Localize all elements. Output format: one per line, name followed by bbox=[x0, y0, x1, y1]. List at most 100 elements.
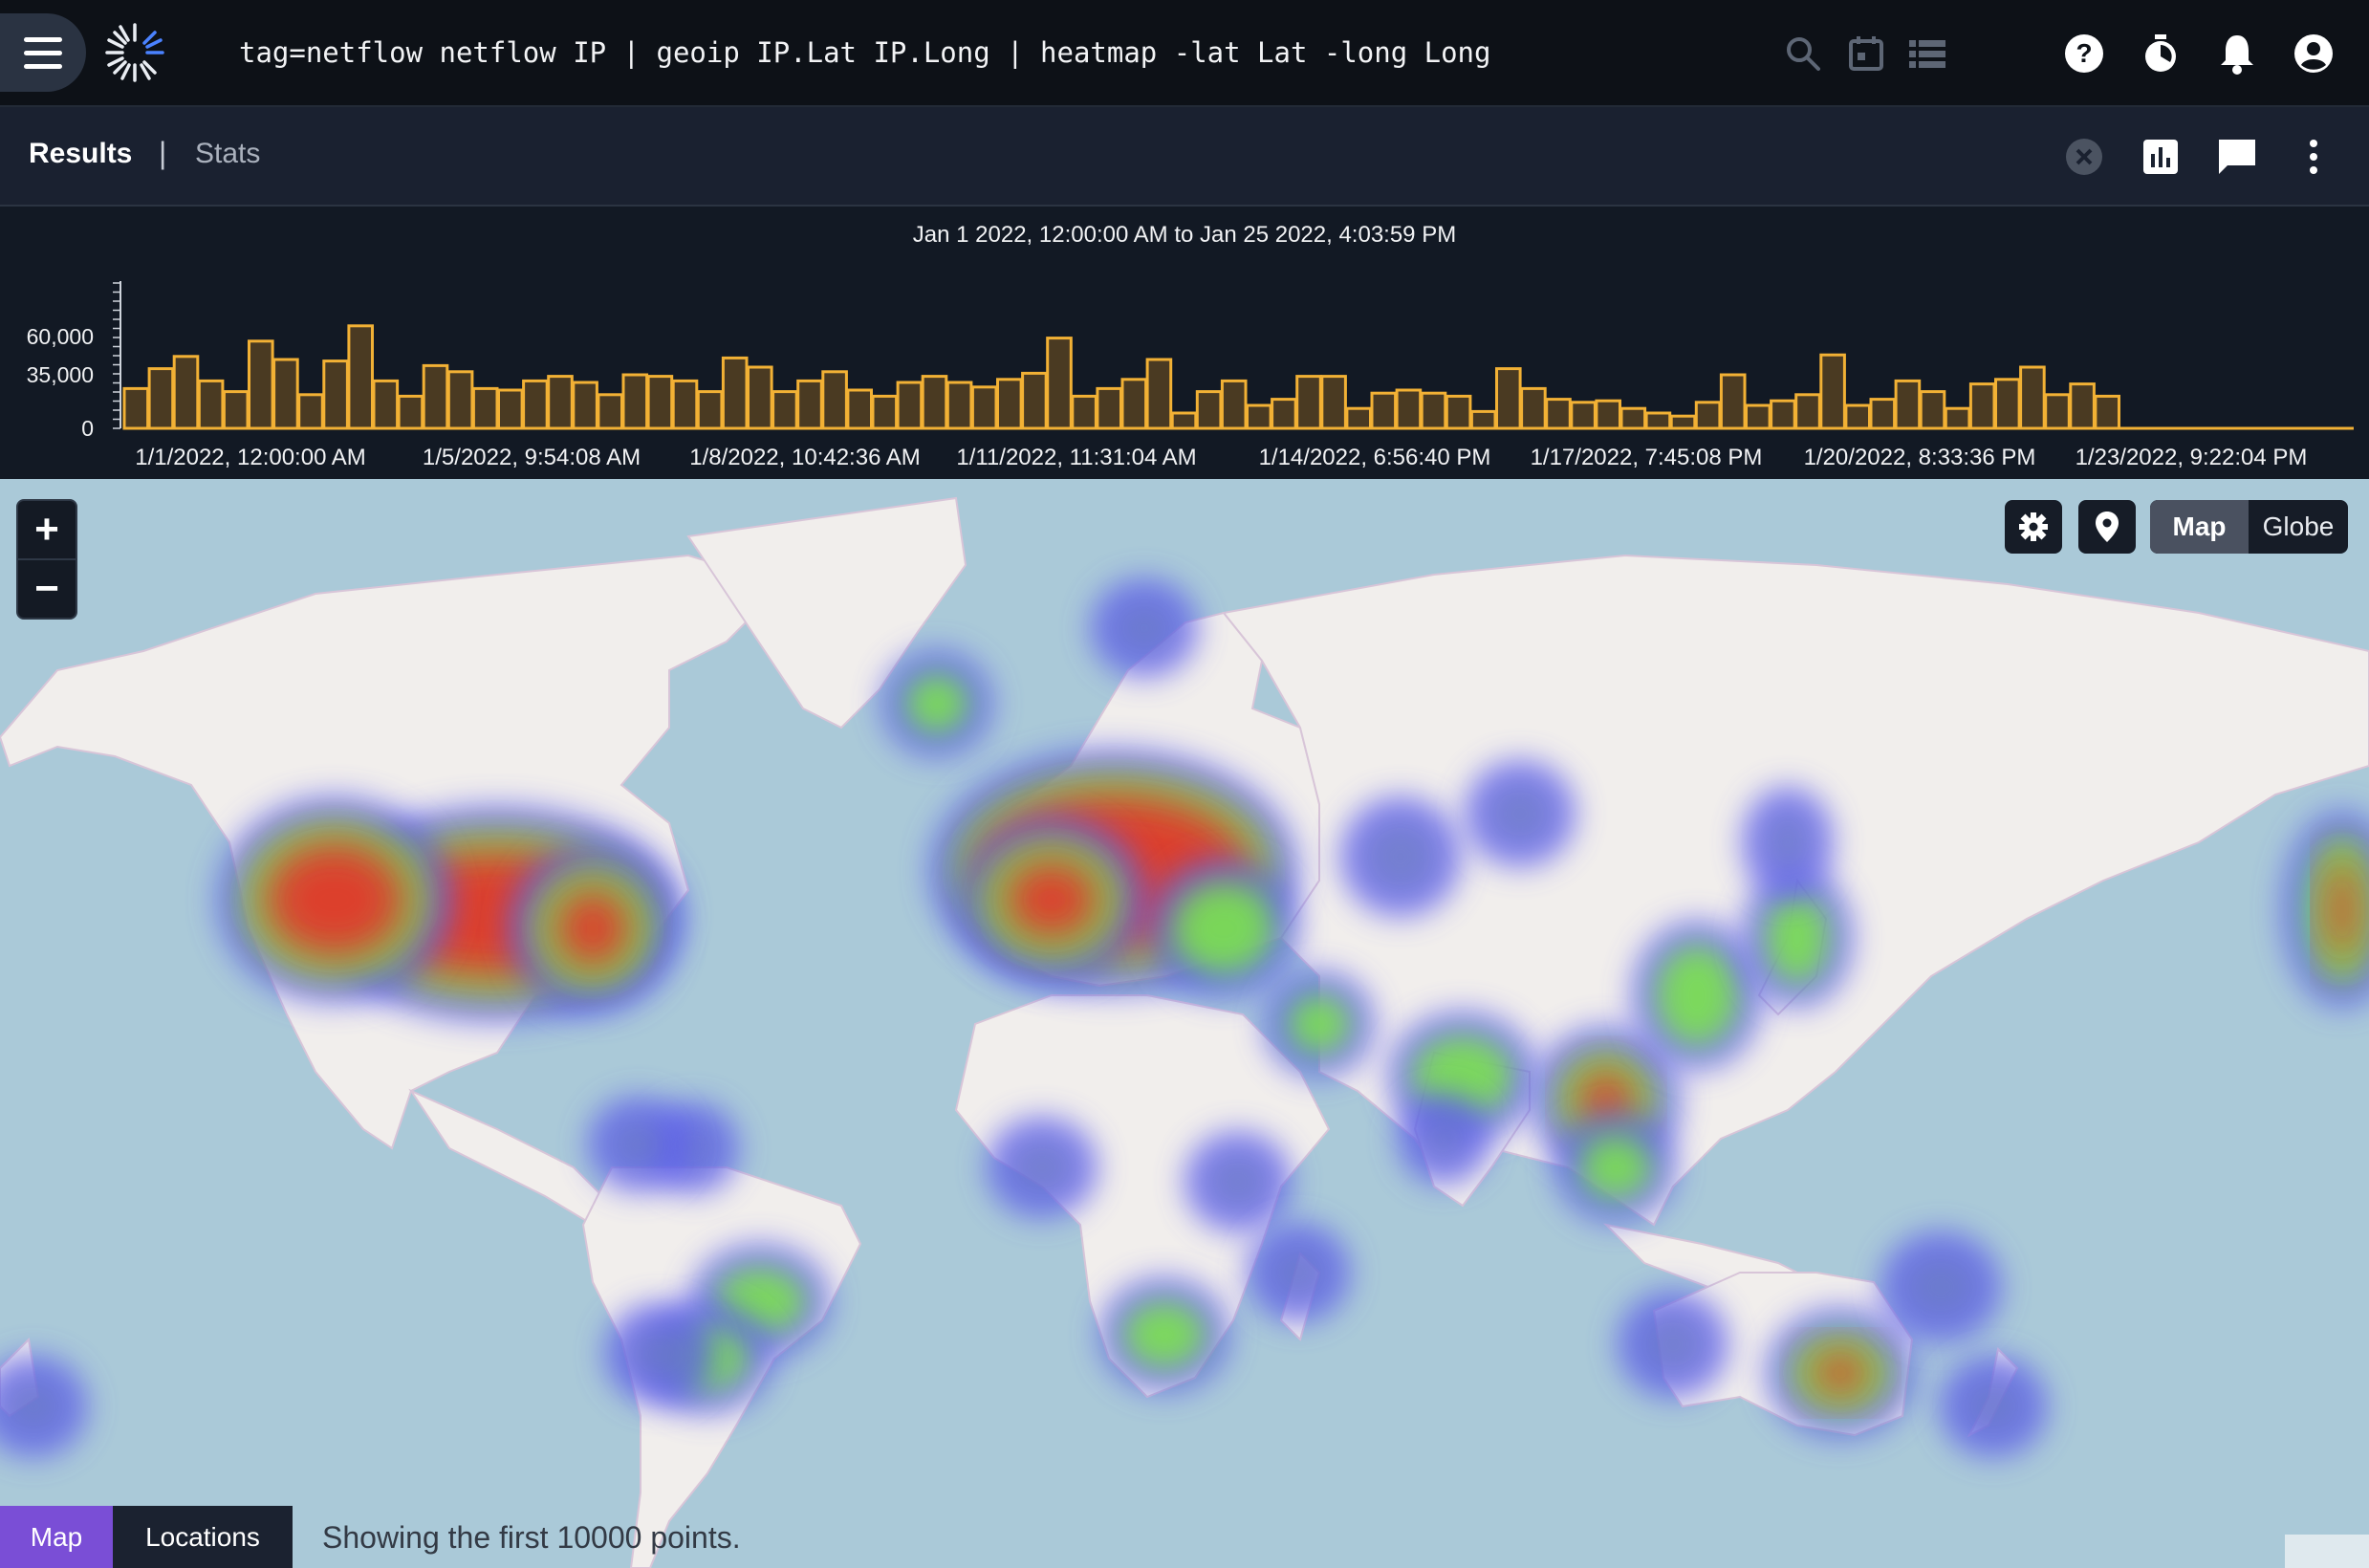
bell-icon[interactable] bbox=[2208, 25, 2266, 82]
timeline-bar[interactable] bbox=[945, 381, 973, 430]
heatmap-map[interactable]: + − Map Globe bbox=[0, 479, 2369, 1568]
tab-results[interactable]: Results bbox=[29, 138, 132, 170]
timeline-bar[interactable] bbox=[796, 379, 823, 430]
timeline-bar[interactable] bbox=[1570, 401, 1597, 430]
timeline-bar[interactable] bbox=[471, 386, 499, 430]
timeline-bar[interactable] bbox=[322, 359, 349, 430]
timeline-bar[interactable] bbox=[1619, 406, 1647, 430]
world-map-canvas[interactable] bbox=[0, 479, 2369, 1568]
map-marker-button[interactable] bbox=[2078, 500, 2136, 554]
view-map-button[interactable]: Map bbox=[2150, 500, 2249, 554]
timeline-bar[interactable] bbox=[1694, 401, 1722, 430]
timeline-bar[interactable] bbox=[970, 385, 998, 430]
timeline-bar[interactable] bbox=[1370, 391, 1398, 430]
calendar-icon[interactable] bbox=[1837, 25, 1895, 82]
timeline-bar[interactable] bbox=[1770, 399, 1796, 430]
timeline-bar[interactable] bbox=[1545, 398, 1572, 430]
timeline-bar[interactable] bbox=[1195, 390, 1223, 430]
account-icon[interactable] bbox=[2285, 25, 2342, 82]
timeline-bar[interactable] bbox=[871, 394, 899, 430]
timeline-bar[interactable] bbox=[1968, 382, 1996, 430]
timeline-bar[interactable] bbox=[1220, 379, 1248, 430]
list-icon[interactable] bbox=[1899, 25, 1956, 82]
timeline-bar[interactable] bbox=[921, 375, 948, 430]
timeline-bar[interactable] bbox=[996, 378, 1023, 430]
timeline-chart[interactable]: Jan 1 2022, 12:00:00 AM to Jan 25 2022, … bbox=[0, 207, 2369, 479]
timeline-bar[interactable] bbox=[197, 379, 225, 430]
timeline-bar[interactable] bbox=[147, 367, 175, 430]
timeline-bar[interactable] bbox=[1046, 337, 1073, 430]
timeline-bar[interactable] bbox=[1345, 406, 1373, 430]
timeline-bar[interactable] bbox=[497, 388, 524, 430]
more-vertical-icon[interactable] bbox=[2285, 128, 2342, 185]
timeline-bar[interactable] bbox=[721, 356, 749, 430]
timeline-bar-chart[interactable]: 60,000 35,000 0 1/1/2022, 12:00:00 AM 1/5/20… bbox=[0, 264, 2369, 479]
timeline-bar[interactable] bbox=[621, 373, 649, 430]
timeline-bar[interactable] bbox=[1944, 406, 1971, 430]
timeline-bar[interactable] bbox=[1644, 411, 1672, 430]
timeline-bar[interactable] bbox=[122, 386, 150, 430]
timeline-bar[interactable] bbox=[422, 363, 449, 430]
zoom-out-button[interactable]: − bbox=[18, 560, 76, 618]
timeline-bar[interactable] bbox=[1919, 390, 1946, 430]
timeline-bar[interactable] bbox=[1745, 403, 1771, 430]
timeline-bar[interactable] bbox=[1420, 391, 1447, 430]
timeline-bar[interactable] bbox=[1469, 409, 1497, 430]
timeline-bar[interactable] bbox=[1445, 394, 1472, 430]
timeline-bar[interactable] bbox=[572, 381, 598, 430]
map-settings-button[interactable] bbox=[2005, 500, 2062, 554]
tab-stats[interactable]: Stats bbox=[195, 138, 260, 170]
timeline-bar[interactable] bbox=[2094, 394, 2120, 430]
timeline-bar[interactable] bbox=[1994, 378, 2021, 430]
timeline-bar[interactable] bbox=[2019, 365, 2046, 430]
timeline-bar[interactable] bbox=[846, 388, 874, 430]
timeline-bar[interactable] bbox=[1495, 367, 1522, 430]
search-icon[interactable] bbox=[1774, 25, 1832, 82]
timeline-bar[interactable] bbox=[272, 358, 299, 430]
help-icon[interactable]: ? bbox=[2055, 25, 2113, 82]
bar-chart-icon[interactable] bbox=[2132, 128, 2189, 185]
timeline-bar[interactable] bbox=[1395, 388, 1423, 430]
timeline-bar[interactable] bbox=[1071, 394, 1098, 430]
timeline-bar[interactable] bbox=[397, 394, 424, 430]
close-circle-icon[interactable] bbox=[2055, 128, 2113, 185]
timeline-bar[interactable] bbox=[1894, 379, 1922, 430]
gravwell-logo[interactable] bbox=[101, 19, 168, 86]
view-globe-button[interactable]: Globe bbox=[2249, 500, 2348, 554]
timeline-bar[interactable] bbox=[172, 355, 200, 430]
timeline-bar[interactable] bbox=[696, 390, 724, 430]
timeline-bar[interactable] bbox=[1295, 375, 1322, 430]
timeline-bar[interactable] bbox=[671, 379, 699, 430]
timeline-bar[interactable] bbox=[1246, 403, 1272, 430]
timeline-bar[interactable] bbox=[248, 339, 274, 430]
timeline-bar[interactable] bbox=[1669, 414, 1697, 430]
timeline-bar[interactable] bbox=[522, 379, 549, 430]
bottom-tab-locations[interactable]: Locations bbox=[113, 1506, 293, 1568]
timeline-bar[interactable] bbox=[896, 381, 924, 430]
timeline-bar[interactable] bbox=[1869, 398, 1897, 430]
timeline-bar[interactable] bbox=[1520, 386, 1547, 430]
timeline-bar[interactable] bbox=[1595, 399, 1622, 430]
timeline-bar[interactable] bbox=[297, 393, 324, 430]
timeline-bar[interactable] bbox=[772, 390, 798, 430]
timeline-bar[interactable] bbox=[1320, 375, 1347, 430]
timeline-bar[interactable] bbox=[646, 375, 674, 430]
timeline-bar[interactable] bbox=[446, 370, 474, 430]
bottom-tab-map[interactable]: Map bbox=[0, 1506, 113, 1568]
hamburger-menu-icon[interactable] bbox=[0, 13, 86, 92]
timeline-bar[interactable] bbox=[1819, 353, 1846, 430]
comment-icon[interactable] bbox=[2208, 128, 2266, 185]
timeline-bar[interactable] bbox=[1170, 411, 1198, 430]
timer-icon[interactable] bbox=[2132, 25, 2189, 82]
timeline-bar[interactable] bbox=[1096, 386, 1123, 430]
zoom-in-button[interactable]: + bbox=[18, 501, 76, 558]
timeline-bar[interactable] bbox=[1021, 371, 1048, 430]
timeline-bar[interactable] bbox=[597, 393, 624, 430]
timeline-bar[interactable] bbox=[821, 370, 848, 430]
timeline-bar[interactable] bbox=[222, 390, 250, 430]
search-query-input[interactable]: tag=netflow netflow IP | geoip IP.Lat IP… bbox=[239, 36, 1490, 69]
timeline-bar[interactable] bbox=[1271, 398, 1297, 430]
timeline-bar[interactable] bbox=[1844, 403, 1872, 430]
timeline-bar[interactable] bbox=[372, 379, 400, 430]
timeline-bar[interactable] bbox=[1719, 373, 1747, 430]
